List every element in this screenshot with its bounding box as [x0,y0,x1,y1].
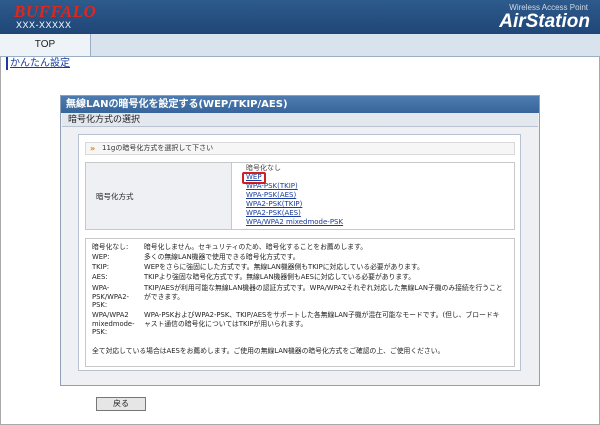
option-wpa2-psk-tkip[interactable]: WPA2-PSK(TKIP) [246,200,302,209]
option-wpa-psk-tkip[interactable]: WPA-PSK(TKIP) [246,182,298,191]
desc-term: WPA-PSK/WPA2-PSK: [92,284,129,309]
panel-title: 無線LANの暗号化を設定する(WEP/TKIP/AES) [61,96,539,113]
easy-setup-link[interactable]: かんたん設定 [6,57,70,70]
desc-term: TKIP: [92,263,110,271]
description-box: 暗号化なし: 暗号化しません。セキュリティのため、暗号化することをお薦めします。… [85,238,515,367]
desc-text: 多くの無線LAN機器で使用できる暗号化方式です。 [144,253,300,261]
back-button[interactable]: 戻る [96,397,146,411]
desc-note: 全て対応している場合はAESをお薦めします。ご使用の無線LAN機器の暗号化方式を… [92,347,445,355]
airstation-logo: AirStation [499,11,590,32]
desc-term: WPA/WPA2 mixedmode-PSK: [92,311,135,336]
desc-text: TKIP/AESが利用可能な無線LAN機器の認証方式です。WPA/WPA2それぞ… [144,284,503,301]
instruction-text: 11gの暗号化方式を選択して下さい [102,144,214,152]
encryption-method-table: 暗号化方式 暗号化なし WEP WPA-PSK(TKIP) WPA-PSK(AE… [85,162,515,230]
option-wpa-wpa2-mixed[interactable]: WPA/WPA2 mixedmode-PSK [246,218,343,227]
settings-box: » 11gの暗号化方式を選択して下さい 暗号化方式 暗号化なし WEP WPA-… [78,134,521,371]
section-heading: 暗号化方式の選択 [62,113,538,127]
desc-text: WPA-PSKおよびWPA2-PSK、TKIP/AESをサポートした各無線LAN… [144,311,500,328]
header-banner: BUFFALO XXX-XXXXX Wireless Access Point … [0,0,600,34]
desc-text: WEPをさらに強固にした方式です。無線LAN機器側もTKIPに対応している必要が… [144,263,424,271]
desc-term: AES: [92,273,108,281]
tab-top[interactable]: TOP [0,34,91,56]
field-label-cell: 暗号化方式 [86,163,232,229]
desc-text: 暗号化しません。セキュリティのため、暗号化することをお薦めします。 [144,243,368,251]
sub-nav: かんたん設定 [0,57,600,71]
desc-term: 暗号化なし: [92,243,129,251]
option-wpa2-psk-aes[interactable]: WPA2-PSK(AES) [246,209,301,218]
field-label: 暗号化方式 [96,192,134,201]
model-name: XXX-XXXXX [16,20,72,30]
double-arrow-icon: » [90,144,96,153]
instruction-bar: » 11gの暗号化方式を選択して下さい [85,142,515,155]
buffalo-logo: BUFFALO [14,2,97,21]
tab-top-label: TOP [34,39,56,50]
desc-text: TKIPより強固な暗号化方式です。無線LAN機器側もAESに対応している必要があ… [144,273,416,281]
encryption-panel: 無線LANの暗号化を設定する(WEP/TKIP/AES) 暗号化方式の選択 » … [60,95,540,386]
desc-term: WEP: [92,253,110,261]
option-wpa-psk-aes[interactable]: WPA-PSK(AES) [246,191,296,200]
